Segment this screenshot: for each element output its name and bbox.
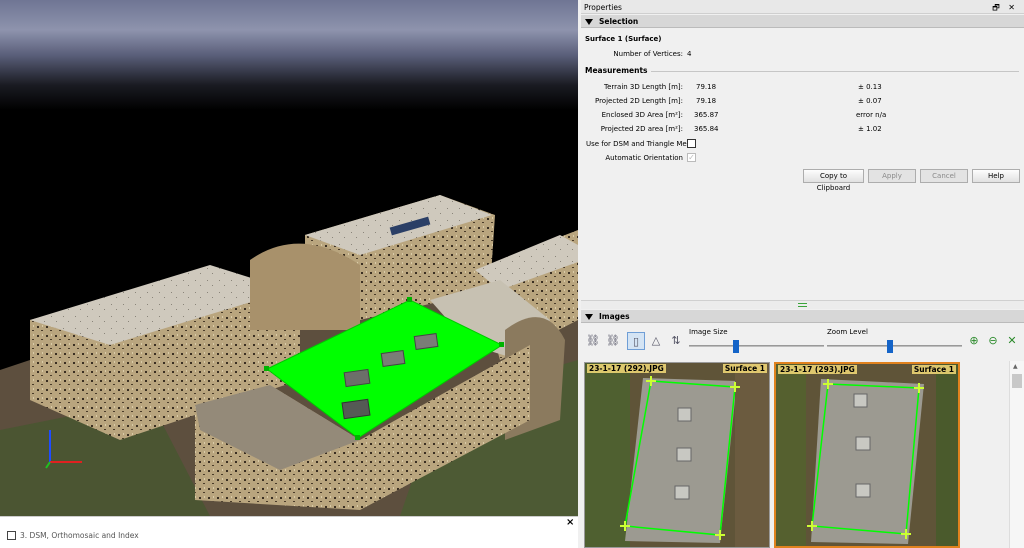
measurement-error: ± 0.13	[858, 83, 882, 91]
triangle-filter-icon[interactable]: △	[647, 332, 665, 350]
collapse-triangle-icon	[585, 19, 593, 25]
image-size-label: Image Size	[689, 328, 728, 336]
zoom-level-slider-knob[interactable]	[887, 340, 893, 353]
zoom-in-icon[interactable]: ⊕	[965, 332, 983, 350]
link-icon[interactable]: ⛓	[584, 332, 602, 350]
close-icon[interactable]: ×	[566, 517, 574, 528]
image-thumbnail-selected[interactable]: 23-1-17 (293).JPG Surface 1	[774, 362, 960, 548]
panel-window-buttons[interactable]: 🗗 ✕	[992, 2, 1018, 16]
measurement-error: error n/a	[856, 111, 887, 119]
zoom-out-icon[interactable]: ⊖	[984, 332, 1002, 350]
thumbnail-filename: 23-1-17 (293).JPG	[778, 365, 857, 374]
vertices-label: Number of Vertices:	[613, 50, 683, 58]
images-header-label: Images	[599, 312, 630, 321]
measurement-value: 79.18	[696, 97, 717, 105]
images-panel: Images ⛓ ⛓ ▯ △ ⇅ Image Size Zoom Level ⊕…	[581, 309, 1024, 548]
cancel-button[interactable]: Cancel	[920, 169, 968, 183]
measurement-label: Terrain 3D Length [m]:	[604, 83, 683, 91]
layer-visibility-checkbox[interactable]	[7, 531, 16, 540]
copy-to-clipboard-button[interactable]: Copy to Clipboard	[803, 169, 864, 192]
zoom-level-slider-track[interactable]	[827, 345, 962, 347]
measurement-value: 79.18	[696, 83, 717, 91]
measurement-value: 365.87	[694, 111, 719, 119]
panel-splitter[interactable]	[581, 300, 1024, 309]
scroll-up-icon[interactable]: ▲	[1013, 363, 1018, 370]
surface-name: Surface 1 (Surface)	[585, 35, 662, 43]
measurement-label: Projected 2D area [m²]:	[600, 125, 683, 133]
fit-view-icon[interactable]: ✕	[1003, 332, 1021, 350]
vertices-value: 4	[687, 50, 692, 58]
image-size-slider-knob[interactable]	[733, 340, 739, 353]
auto-orientation-label: Automatic Orientation	[605, 154, 683, 162]
image-thumbnail[interactable]: 23-1-17 (292).JPG Surface 1	[584, 362, 770, 548]
measurement-label: Enclosed 3D Area [m²]:	[601, 111, 683, 119]
selection-header-label: Selection	[599, 17, 639, 26]
point-cloud-scene	[0, 195, 578, 516]
thumbnail-filename: 23-1-17 (292).JPG	[587, 364, 666, 373]
thumbnail-surface-tag: Surface 1	[722, 364, 767, 373]
zoom-level-label: Zoom Level	[827, 328, 868, 336]
properties-titlebar: Properties 🗗 ✕	[581, 0, 1024, 14]
dsm-checkbox[interactable]	[687, 139, 696, 148]
measurement-label: Projected 2D Length [m]:	[594, 97, 683, 105]
thumbnail-surface-tag: Surface 1	[911, 365, 956, 374]
selection-header[interactable]: Selection	[581, 15, 1024, 28]
dsm-label: Use for DSM and Triangle Mesh	[586, 140, 695, 148]
images-scrollbar[interactable]: ▲	[1009, 361, 1024, 548]
image-size-slider-track[interactable]	[689, 345, 824, 347]
measurement-error: ± 1.02	[858, 125, 882, 133]
measurement-value: 365.84	[694, 125, 719, 133]
properties-panel: Properties 🗗 ✕ Selection Surface 1 (Surf…	[581, 0, 1024, 300]
help-button[interactable]: Help	[972, 169, 1020, 183]
apply-button[interactable]: Apply	[868, 169, 916, 183]
auto-orientation-checkbox[interactable]: ✓	[687, 153, 696, 162]
aerial-photo	[776, 364, 958, 546]
images-header[interactable]: Images	[581, 310, 1024, 323]
scrollbar-thumb[interactable]	[1012, 374, 1022, 388]
aerial-photo	[585, 363, 769, 547]
splitter-grip-icon[interactable]	[798, 303, 807, 307]
measurement-error: ± 0.07	[858, 97, 882, 105]
measurements-header: Measurements	[585, 66, 648, 75]
3d-viewport[interactable]	[0, 0, 578, 516]
sort-icon[interactable]: ⇅	[667, 332, 685, 350]
layer-label: 3. DSM, Orthomosaic and Index	[20, 531, 139, 540]
properties-title: Properties	[584, 3, 622, 12]
collapse-triangle-icon	[585, 314, 593, 320]
fit-image-icon[interactable]: ▯	[627, 332, 645, 350]
measurements-divider	[651, 71, 1019, 72]
unlink-icon[interactable]: ⛓	[604, 332, 622, 350]
